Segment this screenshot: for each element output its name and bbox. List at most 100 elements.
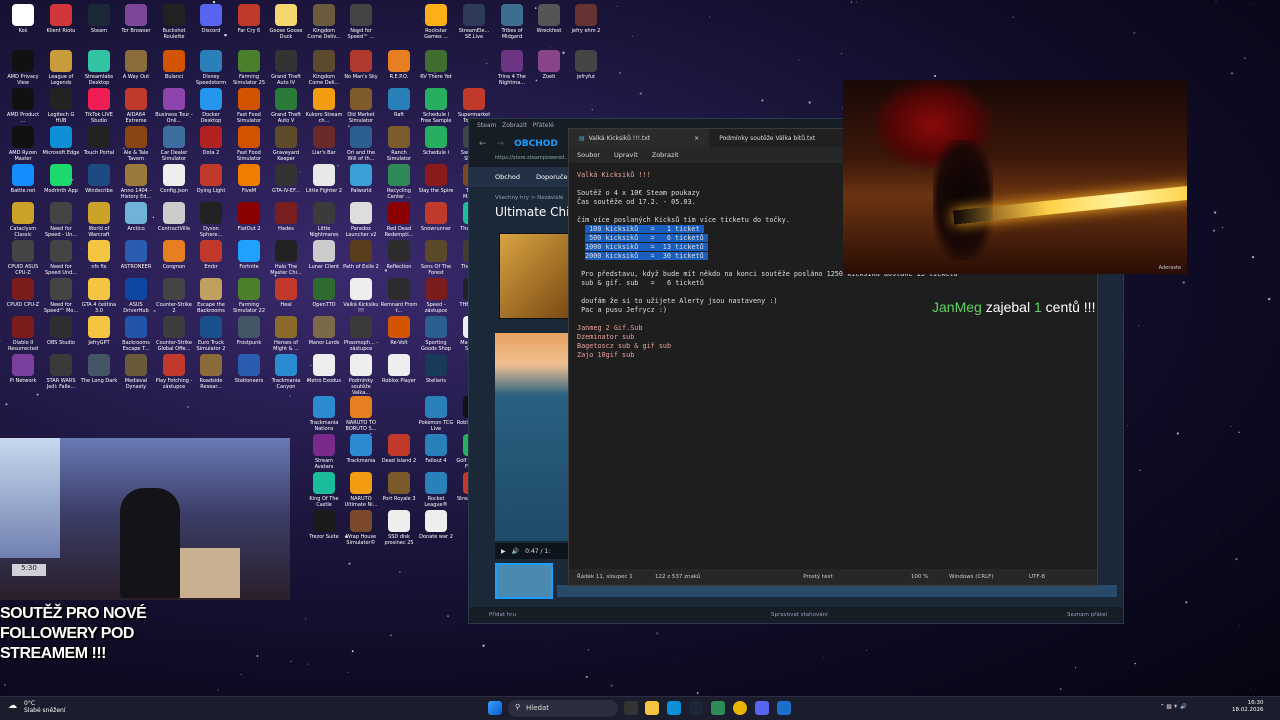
menu-view[interactable]: Zobrazit bbox=[652, 151, 679, 159]
desktop-icon[interactable]: Rocket League® bbox=[417, 472, 455, 512]
desktop-icon[interactable]: AMD Privacy View bbox=[4, 50, 42, 90]
desktop-icon[interactable]: Trine 4 The Nightma... bbox=[493, 50, 531, 90]
desktop-icon[interactable]: Wrap House Simulator© bbox=[342, 510, 380, 550]
desktop-icon[interactable]: Paradox Launcher v2 bbox=[342, 202, 380, 242]
desktop-icon[interactable]: ASTRONEER bbox=[117, 240, 155, 280]
desktop-icon[interactable]: STAR WARS Jedi: Falle... bbox=[42, 354, 80, 394]
steam-menu-view[interactable]: Zobrazit bbox=[502, 122, 527, 129]
desktop-icon[interactable]: Pi Network bbox=[4, 354, 42, 394]
task-view-icon[interactable] bbox=[624, 701, 638, 715]
desktop-icon[interactable]: Wreckfest bbox=[530, 4, 568, 44]
desktop-icon[interactable]: The Long Dark bbox=[80, 354, 118, 394]
desktop-icon[interactable]: Kingdom Come Deli... bbox=[305, 50, 343, 90]
desktop-icon[interactable]: Roblox Player bbox=[380, 354, 418, 394]
desktop-icon[interactable]: Little Fighter 2 bbox=[305, 164, 343, 204]
desktop-icon[interactable]: Frostpunk bbox=[230, 316, 268, 356]
menu-edit[interactable]: Upravit bbox=[614, 151, 638, 159]
game-capsule-image[interactable] bbox=[499, 233, 569, 319]
desktop-icon[interactable]: Logitech G HUB bbox=[42, 88, 80, 128]
desktop-icon[interactable]: CPUID ASUS CPU-Z bbox=[4, 240, 42, 280]
desktop-icon[interactable]: Liar's Bar bbox=[305, 126, 343, 166]
desktop-icon[interactable]: Klient Riotu bbox=[42, 4, 80, 44]
desktop-icon[interactable]: Dota 2 bbox=[192, 126, 230, 166]
add-game-button[interactable]: Přidat hru bbox=[489, 612, 516, 618]
desktop-icon[interactable]: Stellaris bbox=[417, 354, 455, 394]
forward-arrow-icon[interactable]: → bbox=[497, 139, 505, 149]
desktop-icon[interactable]: Sons Of The Forest bbox=[417, 240, 455, 280]
desktop-icon[interactable]: Car Dealer Simulator bbox=[155, 126, 193, 166]
desktop-icon[interactable]: Re-Volt bbox=[380, 316, 418, 356]
desktop-icon[interactable]: Dead Island 2 bbox=[380, 434, 418, 474]
desktop-icon[interactable]: Remnant From t... bbox=[380, 278, 418, 318]
desktop-icon[interactable]: Grand Theft Auto IV bbox=[267, 50, 305, 90]
desktop-icon[interactable]: Trezor Suite bbox=[305, 510, 343, 550]
desktop-icon[interactable]: NARUTO Ultimate Ni... bbox=[342, 472, 380, 512]
desktop-icon[interactable]: Windscribe bbox=[80, 164, 118, 204]
desktop-icon[interactable]: ASUS DriverHub bbox=[117, 278, 155, 318]
desktop-icon[interactable]: Backrooms Escape T... bbox=[117, 316, 155, 356]
clock[interactable]: 16:30 18.02.2026 bbox=[1232, 700, 1264, 714]
desktop-icon[interactable]: Ranch Simulator bbox=[380, 126, 418, 166]
desktop-icon[interactable]: Fast Food Simulator bbox=[230, 126, 268, 166]
desktop-icon[interactable]: League of Legends bbox=[42, 50, 80, 90]
desktop-icon[interactable]: Embr bbox=[192, 240, 230, 280]
desktop-icon[interactable]: World of Warcraft bbox=[80, 202, 118, 242]
desktop-icon[interactable]: Steam bbox=[80, 4, 118, 44]
desktop-icon[interactable]: Far Cry 6 bbox=[230, 4, 268, 44]
desktop-icon[interactable]: Escape the Backrooms bbox=[192, 278, 230, 318]
file-explorer-icon[interactable] bbox=[645, 701, 659, 715]
desktop-icon[interactable]: Manor Lords bbox=[305, 316, 343, 356]
desktop-icon[interactable]: Dying Light bbox=[192, 164, 230, 204]
desktop-icon[interactable]: StreamEle... SE.Live bbox=[455, 4, 493, 44]
desktop-icon[interactable]: AMD Product ... bbox=[4, 88, 42, 128]
desktop-icon[interactable]: Lunar Client bbox=[305, 240, 343, 280]
desktop-icon[interactable]: Trackmania Nations bbox=[305, 396, 343, 436]
start-windows-icon[interactable] bbox=[488, 701, 502, 715]
discord-icon[interactable] bbox=[755, 701, 769, 715]
desktop-icon[interactable]: Roadside Resear... bbox=[192, 354, 230, 394]
desktop-icon[interactable]: AIDA64 Extreme bbox=[117, 88, 155, 128]
desktop-icon[interactable]: Play Fetching - zástupce bbox=[155, 354, 193, 394]
desktop-icon[interactable]: Old Market Simulator bbox=[342, 88, 380, 128]
desktop-icon[interactable]: Coromon bbox=[155, 240, 193, 280]
notepad-taskbar-icon[interactable] bbox=[777, 701, 791, 715]
desktop-icon[interactable]: Speed - zástupce bbox=[417, 278, 455, 318]
chrome-icon[interactable] bbox=[733, 701, 747, 715]
desktop-icon[interactable]: Recycling Center ... bbox=[380, 164, 418, 204]
game-video[interactable] bbox=[495, 333, 569, 541]
desktop-icon[interactable]: Trackmania Canyon bbox=[267, 354, 305, 394]
desktop-icon[interactable]: Need for Speed™ Mo... bbox=[42, 278, 80, 318]
edge-icon[interactable] bbox=[667, 701, 681, 715]
desktop-icon[interactable]: Farming Simulator 22 bbox=[230, 278, 268, 318]
subnav-recommended[interactable]: Doporuče bbox=[536, 173, 567, 181]
desktop-icon[interactable]: Fallout 4 bbox=[417, 434, 455, 474]
desktop-icon[interactable]: Zoeti bbox=[530, 50, 568, 90]
desktop-icon[interactable]: Slay the Spire bbox=[417, 164, 455, 204]
breadcrumb[interactable]: Všechny hry > Nezávislé bbox=[495, 195, 563, 201]
desktop-icon[interactable]: TikTok LIVE Studio bbox=[80, 88, 118, 128]
back-arrow-icon[interactable]: ← bbox=[479, 139, 487, 149]
desktop-icon[interactable]: Diablo II Resurrected bbox=[4, 316, 42, 356]
desktop-icon[interactable]: Anno 1404 - History Ed... bbox=[117, 164, 155, 204]
desktop-icon[interactable]: Schedule I Free Sample bbox=[417, 88, 455, 128]
close-icon[interactable]: × bbox=[694, 135, 699, 142]
desktop-icon[interactable]: Battle.net bbox=[4, 164, 42, 204]
desktop-icon[interactable]: Arctico bbox=[117, 202, 155, 242]
desktop-icon[interactable]: No Man's Sky bbox=[342, 50, 380, 90]
video-thumbnail[interactable] bbox=[495, 563, 553, 599]
desktop-icon[interactable]: Business Tour - Onli... bbox=[155, 88, 193, 128]
desktop-icon[interactable]: Config.json bbox=[155, 164, 193, 204]
desktop-icon[interactable]: Kukoro Stream ch... bbox=[305, 88, 343, 128]
steam-menu-steam[interactable]: Steam bbox=[477, 122, 496, 129]
desktop-icon[interactable]: Docker Desktop bbox=[192, 88, 230, 128]
weather-widget[interactable]: 0°C Slabé sněžení bbox=[24, 700, 66, 714]
desktop-icon[interactable]: FlatOut 2 bbox=[230, 202, 268, 242]
desktop-icon[interactable]: GTA 4 čeština 3.0 bbox=[80, 278, 118, 318]
desktop-icon[interactable]: Counter-Strike 2 bbox=[155, 278, 193, 318]
desktop-icon[interactable]: R.E.P.O. bbox=[380, 50, 418, 90]
desktop-icon[interactable]: Graveyard Keeper bbox=[267, 126, 305, 166]
play-icon[interactable]: ▶ bbox=[501, 548, 506, 555]
steam-tab-store[interactable]: OBCHOD bbox=[514, 139, 558, 149]
tab-podminky[interactable]: Podmínky soutěže Válka bitů.txt bbox=[709, 129, 825, 147]
desktop-icon[interactable]: SSD disk prosinec 25 bbox=[380, 510, 418, 550]
